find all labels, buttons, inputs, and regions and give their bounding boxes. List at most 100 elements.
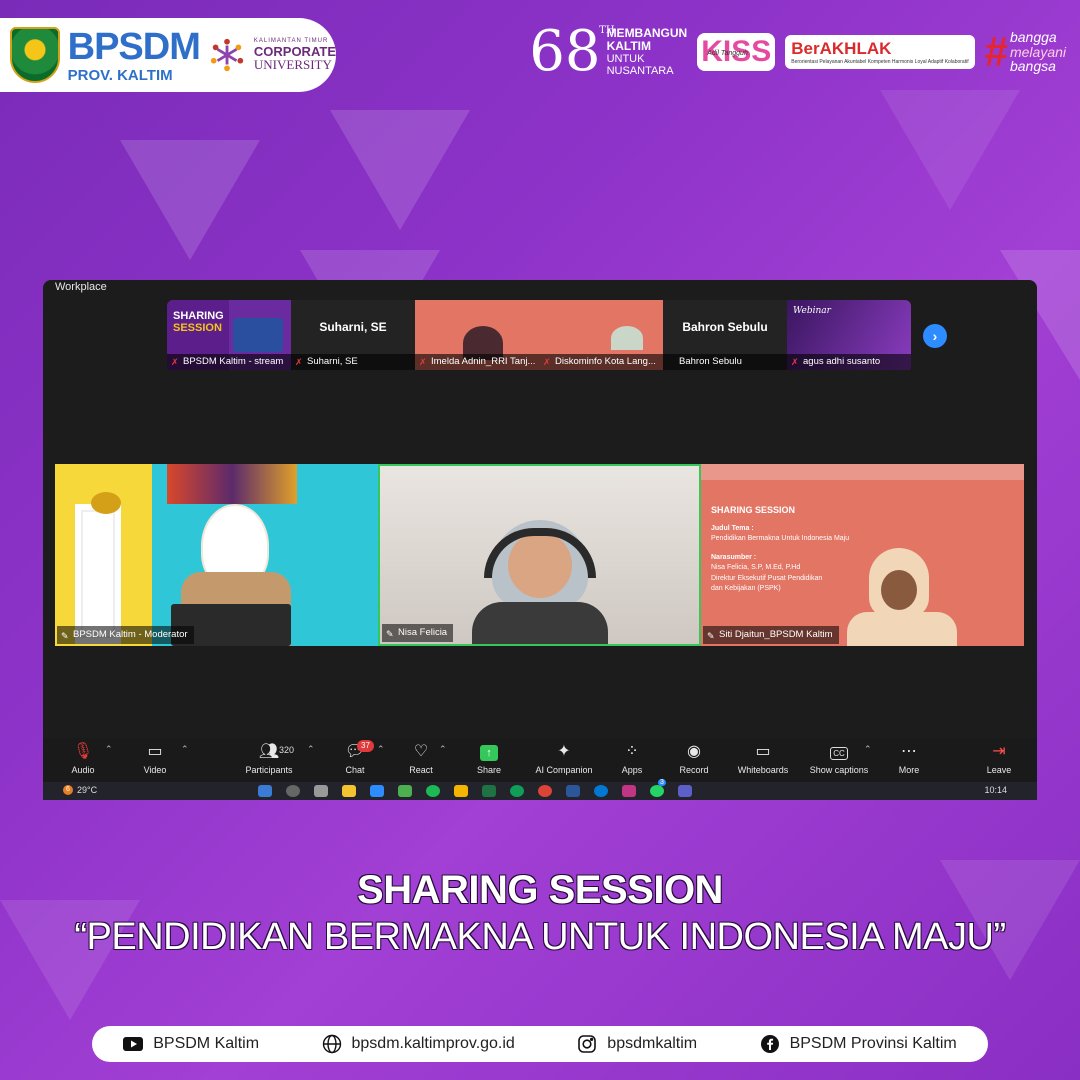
berakhlak-wordmark: BerAKHLAK — [791, 39, 892, 58]
video-tile-name: ✎ BPSDM Kaltim - Moderator — [57, 626, 194, 644]
video-tile-active-speaker[interactable]: ✎ Nisa Felicia — [378, 464, 701, 646]
strip-tile[interactable]: Webinar ✗ agus adhi susanto — [787, 300, 911, 370]
strip-tile[interactable]: Suharni, SE ✗ Suharni, SE — [291, 300, 415, 370]
strip-tile-name: ✗ agus adhi susanto — [787, 354, 911, 370]
instagram-label: bpsdmkaltim — [607, 1035, 698, 1052]
instagram-link[interactable]: bpsdmkaltim — [577, 1034, 697, 1054]
leave-label: Leave — [986, 765, 1012, 775]
strip-tile-name: ✗ Suharni, SE — [291, 354, 415, 370]
participants-options-chevron-icon[interactable]: ⌃ — [307, 744, 315, 755]
berakhlak-subtitle: Berorientasi Pelayanan Akuntabel Kompete… — [791, 59, 969, 65]
anniversary-tagline: MEMBANGUN KALTIM UNTUK NUSANTARA — [607, 26, 688, 78]
corporate-university-icon — [210, 38, 244, 72]
share-button[interactable]: ↑ Share — [449, 742, 529, 775]
bpsdm-province: PROV. KALTIM — [67, 66, 173, 84]
weather-alert-badge: 6 — [63, 785, 73, 795]
file-explorer-icon[interactable] — [342, 785, 356, 797]
anniversary-logo: 68 TH MEMBANGUN KALTIM UNTUK NUSANTARA — [529, 24, 687, 80]
strip-tile-placeholder-name: Suharni, SE — [319, 320, 387, 334]
globe-icon — [322, 1034, 342, 1054]
mic-muted-icon: ✗ — [791, 357, 799, 367]
anniversary-digits: 68 — [529, 19, 601, 84]
os-taskbar: 6 29°C 3 10:14 — [43, 779, 1037, 800]
instagram-icon — [577, 1034, 597, 1054]
youtube-icon — [123, 1034, 144, 1054]
strip-tile-label: BPSDM Kaltim - stream — [183, 356, 284, 367]
react-options-chevron-icon[interactable]: ⌃ — [439, 744, 447, 755]
browser-icon[interactable] — [510, 785, 524, 797]
task-view-icon[interactable] — [314, 785, 328, 797]
video-tile-label: Nisa Felicia — [398, 627, 448, 638]
strip-tile-name: ✗ Diskominfo Kota Lang... — [539, 354, 663, 370]
strip-tile[interactable]: Bahron Sebulu Bahron Sebulu — [663, 300, 787, 370]
teams-icon[interactable] — [678, 785, 692, 797]
video-label: Video — [143, 765, 167, 775]
strip-tile-name: ✗ BPSDM Kaltim - stream — [167, 354, 291, 370]
start-icon[interactable] — [258, 785, 272, 797]
corporate-university-logo: KALIMANTAN TIMUR CORPORATE UNIVERSITY — [254, 38, 336, 72]
bpsdm-logo: BPSDM PROV. KALTIM — [67, 25, 201, 84]
cu-corporate: CORPORATE — [253, 43, 336, 59]
excel-icon[interactable] — [482, 785, 496, 797]
more-icon: ⋯ — [901, 743, 917, 760]
bpsdm-wordmark: BPSDM — [67, 25, 201, 68]
kiss-subtitle: Adil Tangguh — [707, 50, 748, 57]
drive-icon[interactable] — [454, 785, 468, 797]
bangga-word: bangga — [1009, 28, 1057, 45]
leave-door-icon: ⇥ — [992, 743, 1006, 760]
window-title: Workplace — [55, 281, 107, 293]
chrome-alt-icon[interactable] — [538, 785, 552, 797]
record-button[interactable]: ◉ Record — [654, 742, 734, 775]
video-tile-moderator[interactable]: ✎ BPSDM Kaltim - Moderator — [55, 464, 378, 646]
strip-tile[interactable]: ✗ Diskominfo Kota Lang... — [539, 300, 663, 370]
edge-icon[interactable] — [594, 785, 608, 797]
facebook-link[interactable]: BPSDM Provinsi Kaltim — [760, 1034, 957, 1054]
whatsapp-badge: 3 — [658, 779, 666, 786]
website-link[interactable]: bpsdm.kaltimprov.go.id — [322, 1034, 515, 1054]
bangga-melayani-logo: # bangga melayani bangsa — [985, 30, 1066, 74]
flower-decor — [91, 492, 121, 514]
video-options-chevron-icon[interactable]: ⌃ — [181, 744, 189, 755]
bangsa-word: bangsa — [1009, 58, 1056, 75]
leave-button[interactable]: ⇥ Leave — [959, 742, 1037, 775]
search-icon[interactable] — [286, 785, 300, 797]
mic-muted-icon: ✗ — [543, 357, 551, 367]
video-tile-label: Siti Djaitun_BPSDM Kaltim — [719, 629, 833, 640]
chat-unread-badge: 37 — [357, 740, 374, 752]
pin-icon: ✎ — [386, 629, 394, 639]
strip-tile[interactable]: SHARING SESSION ✗ BPSDM Kaltim - stream — [167, 300, 291, 370]
pin-icon: ✎ — [61, 631, 69, 641]
video-tile-siti[interactable]: SHARING SESSION Judul Tema : Pendidikan … — [701, 464, 1024, 646]
whiteboard-icon: ▭ — [755, 743, 771, 760]
whatsapp-icon[interactable]: 3 — [650, 779, 666, 797]
facebook-label: BPSDM Provinsi Kaltim — [789, 1035, 957, 1052]
strip-tile-label: Diskominfo Kota Lang... — [555, 356, 656, 367]
social-footer: BPSDM Kaltim bpsdm.kaltimprov.go.id bpsd… — [92, 1026, 988, 1062]
participants-button[interactable]: 👥︎ 320 Participants — [229, 742, 309, 775]
record-label: Record — [679, 765, 709, 775]
spotify-icon[interactable] — [426, 785, 440, 797]
zoom-app-icon[interactable] — [370, 785, 384, 797]
next-page-arrow-icon[interactable]: › — [923, 324, 947, 348]
strip-tile-label: Imelda Adnin_RRI Tanj... — [431, 356, 536, 367]
more-button[interactable]: ⋯ More — [869, 742, 949, 775]
webinar-slide-title: Webinar — [793, 306, 831, 316]
share-label: Share — [476, 765, 502, 775]
strip-tile-name: Bahron Sebulu — [663, 354, 787, 370]
weather-temperature: 29°C — [77, 785, 98, 795]
painting-decor — [167, 464, 297, 504]
taskbar-clock[interactable]: 10:14 — [984, 785, 1007, 795]
berakhlak-logo: BerAKHLAK Berorientasi Pelayanan Akuntab… — [785, 35, 975, 69]
slide-header-bar — [701, 464, 1024, 480]
strip-tile[interactable]: ✗ Imelda Adnin_RRI Tanj... — [415, 300, 539, 370]
chrome-icon[interactable] — [398, 785, 412, 797]
weather-widget[interactable]: 6 29°C — [63, 785, 97, 795]
website-label: bpsdm.kaltimprov.go.id — [351, 1035, 515, 1052]
instagram-app-icon[interactable] — [622, 785, 636, 797]
word-icon[interactable] — [566, 785, 580, 797]
zoom-meeting-window: Workplace SHARING SESSION ✗ BPSDM Kaltim -… — [43, 280, 1037, 800]
youtube-link[interactable]: BPSDM Kaltim — [123, 1034, 259, 1054]
audio-options-chevron-icon[interactable]: ⌃ — [105, 744, 113, 755]
meeting-toolbar: 🎙︎ Audio ⌃ ▭ Video ⌃ 👥︎ 320 Participants… — [43, 738, 1037, 782]
whiteboards-button[interactable]: ▭ Whiteboards — [723, 742, 803, 775]
